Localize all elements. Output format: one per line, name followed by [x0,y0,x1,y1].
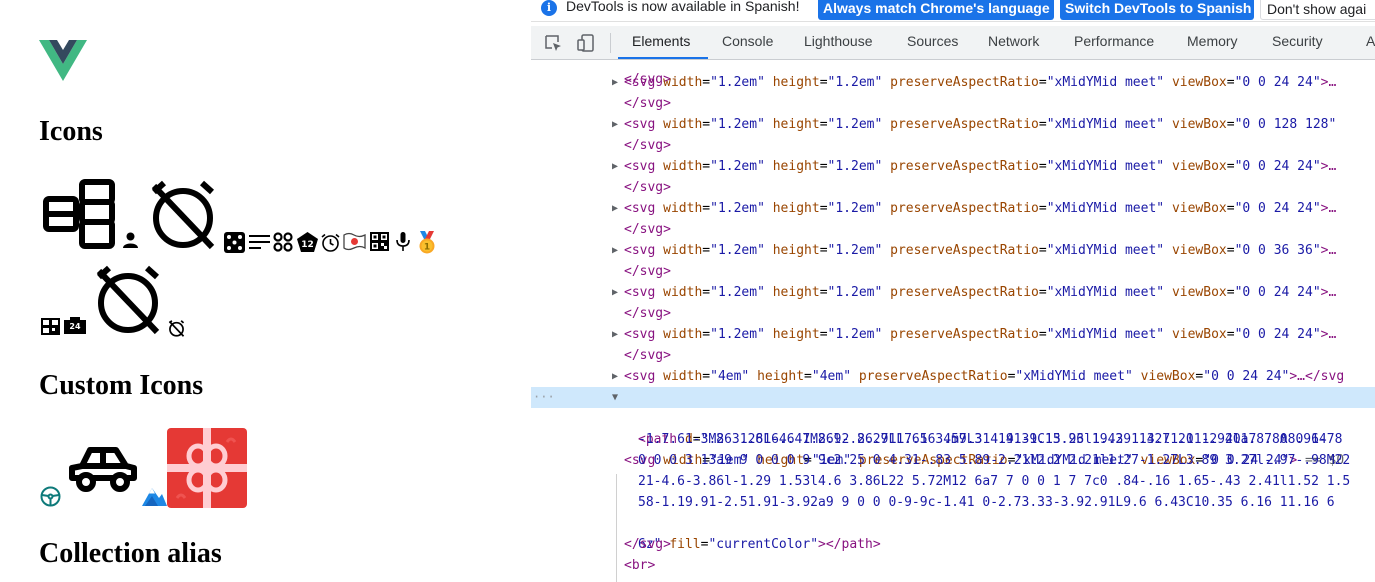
alarm-off-icon [93,265,163,335]
tab-security[interactable]: Security [1272,33,1323,49]
gift-icon [167,428,247,508]
tab-performance[interactable]: Performance [1074,33,1154,49]
dashboard-icon [43,179,115,249]
dom-node-line[interactable]: </svg> [531,61,1375,87]
info-icon: i [541,0,557,16]
path-data-line: 21-4.6-3.86l-1.29 1.53l4.6 3.86L22 5.72M… [638,474,1351,489]
path-data-line: 6z" fill="currentColor"></path> [638,537,881,552]
dom-node-line[interactable]: ▶ <svg width="1.2em" height="1.2em" prese… [531,198,1375,219]
dom-node-line[interactable]: </svg> [531,135,1375,156]
dom-node-line[interactable]: </svg> [531,261,1375,282]
inspect-element-icon[interactable] [543,33,563,53]
toolbar-separator [610,33,611,53]
dom-node-line[interactable]: </svg> [531,303,1375,324]
expand-triangle-icon[interactable]: ▶ [612,156,622,177]
dom-node-line[interactable]: ▶ <svg width="1.2em" height="1.2em" prese… [531,282,1375,303]
medal-gold-icon: 1 [416,231,438,254]
mountains-icon [142,484,167,506]
microphone-icon [396,232,410,251]
dom-node-line[interactable]: ▶ <svg width="1.2em" height="1.2em" prese… [531,324,1375,345]
tab-sources[interactable]: Sources [907,33,958,49]
always-match-language-button[interactable]: Always match Chrome's language [818,0,1054,20]
dom-node-line[interactable]: <br> [531,555,1375,576]
selected-dom-node[interactable]: ··· ▼ <svg width="1em" height="1em" pres… [531,387,1375,468]
dom-node-line[interactable]: </svg> [531,177,1375,198]
collection-alias-heading: Collection alias [39,538,222,569]
alarm-off-icon [168,320,185,337]
devtools-tabbar: Elements Console Lighthouse Sources Netw… [531,26,1375,60]
dom-node-line[interactable]: </svg> [531,534,1375,555]
expand-triangle-icon[interactable]: ▶ [612,240,622,261]
dom-node-line[interactable]: ▶ <svg width="1.2em" height="1.2em" prese… [531,240,1375,261]
active-tab-indicator [618,57,708,59]
devtools-panel: i DevTools is now available in Spanish! … [531,0,1375,582]
expand-triangle-icon[interactable]: ▶ [612,324,622,345]
24-hours-icon: 24 [64,317,86,334]
custom-icons-heading: Custom Icons [39,370,204,401]
tab-more[interactable]: A [1366,33,1375,49]
device-toolbar-icon[interactable] [576,33,596,53]
tab-elements[interactable]: Elements [632,33,690,49]
svg-text:24: 24 [69,322,81,331]
badge-12-icon: 12 [297,232,318,252]
flag-japan-icon [343,232,366,251]
expand-triangle-icon[interactable]: ▶ [612,72,622,93]
qr-code-icon [370,232,389,251]
path-data-line: -1.7.61-3.26 1.61-4.47M2.92 2.29L1.65 3.… [638,432,1343,447]
vue-logo [39,40,87,81]
switch-to-spanish-button[interactable]: Switch DevTools to Spanish [1060,0,1254,20]
alarm-off-icon [148,180,218,250]
svg-text:12: 12 [301,240,314,250]
tab-console[interactable]: Console [722,33,773,49]
car-icon [68,444,138,492]
expand-triangle-icon[interactable]: ▶ [612,366,622,387]
dom-node-line[interactable]: ▶ <svg width="1.2em" height="1.2em" prese… [531,114,1375,135]
svg-text:1: 1 [424,243,430,253]
path-data-line: 58-1.19.91-2.51.91-3.92a9 9 0 0 0-9-9c-1… [638,495,1335,510]
qr-code-icon [41,318,60,335]
text-align-icon [249,234,270,251]
icons-heading: Icons [39,116,103,147]
dom-node-line[interactable]: ▶ <svg width="1.2em" height="1.2em" prese… [531,72,1375,93]
indent-guide [616,474,617,582]
apps-icon [273,232,293,252]
person-icon [123,232,138,248]
dom-node-line[interactable]: ▶ <svg width="4em" height="4em" preserveA… [531,366,1375,387]
path-data-line: 0 0 0 3 13a9 9 0 0 0 9 9c2.25 0 4.31-.83… [638,453,1351,468]
language-infobar: i DevTools is now available in Spanish! … [531,0,1375,22]
dom-node-line[interactable]: ▶ <svg width="1.2em" height="1.2em" prese… [531,156,1375,177]
collapse-triangle-icon[interactable]: ▼ [612,387,622,408]
clock-icon [321,233,340,252]
infobar-message: DevTools is now available in Spanish! [566,0,800,14]
tab-network[interactable]: Network [988,33,1039,49]
path-node-line[interactable]: <path d="M8 3.28L6.6 1.86l-.86.71L7.16 4… [531,408,1375,447]
page-content: Icons 12 1 24 Custom Icons Collection al… [0,0,531,582]
dice-icon [224,232,245,253]
more-options-icon[interactable]: ··· [533,387,555,408]
expand-triangle-icon[interactable]: ▶ [612,114,622,135]
tab-lighthouse[interactable]: Lighthouse [804,33,873,49]
dom-node-line[interactable]: </svg> [531,219,1375,240]
dont-show-again-button[interactable]: Don't show agai [1260,0,1375,20]
elements-dom-tree: </svg> ▶ <svg width="1.2em" height="1.2em… [531,61,1375,582]
expand-triangle-icon[interactable]: ▶ [612,282,622,303]
steering-wheel-icon [40,486,61,507]
dom-node-line[interactable]: </svg> [531,345,1375,366]
expand-triangle-icon[interactable]: ▶ [612,198,622,219]
dom-node-line[interactable]: </svg> [531,93,1375,114]
tab-memory[interactable]: Memory [1187,33,1238,49]
